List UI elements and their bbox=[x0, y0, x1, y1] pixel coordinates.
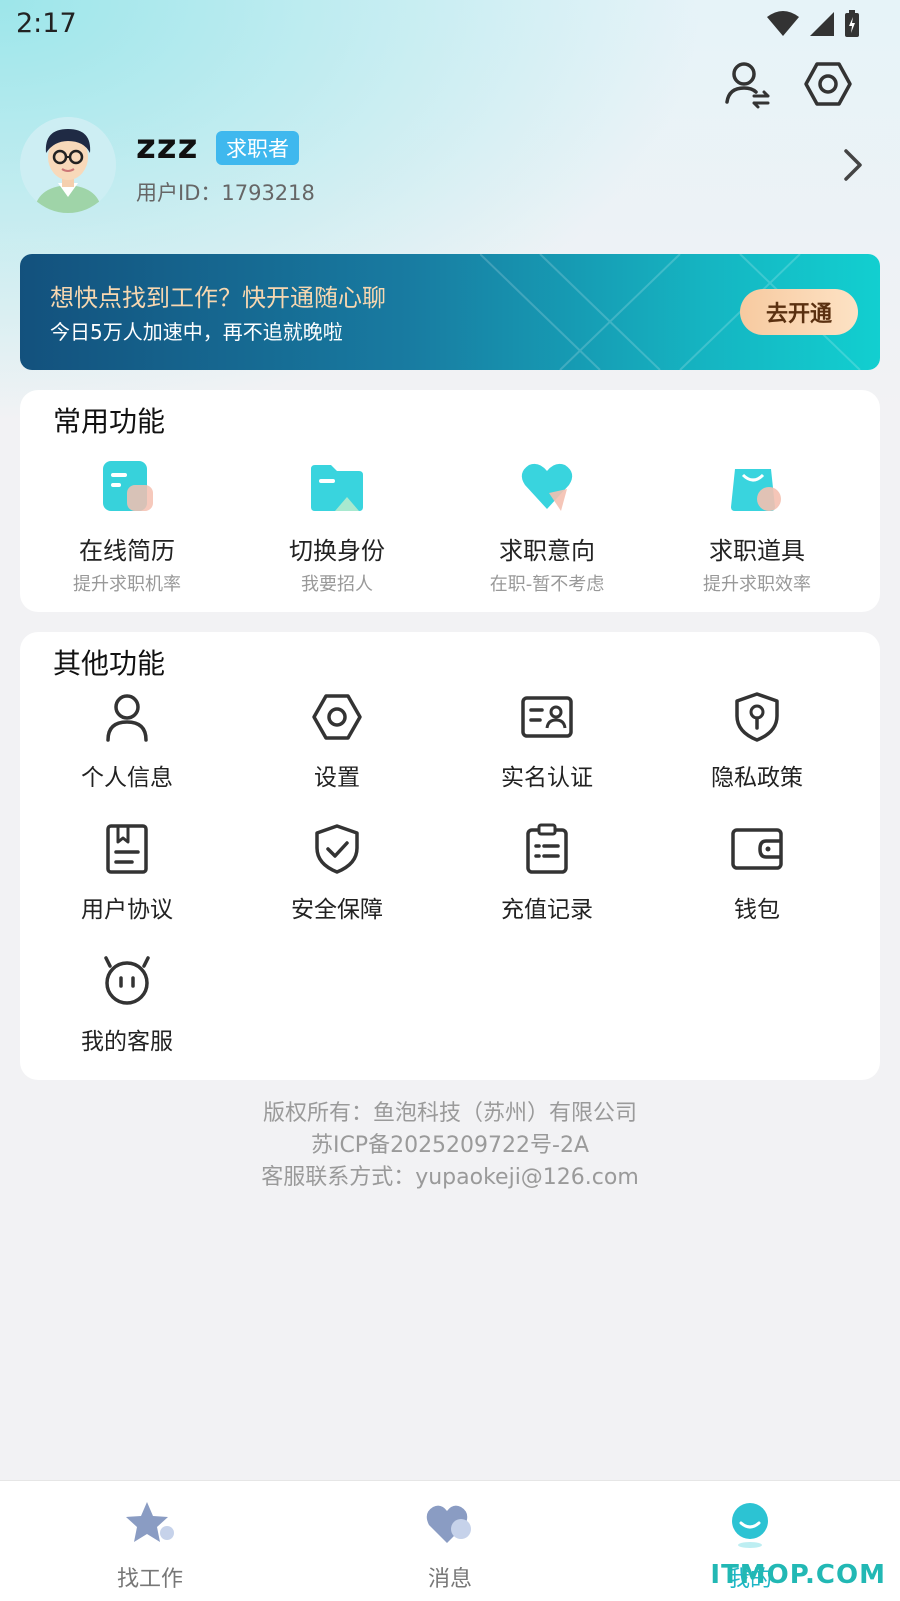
section-title: 其他功能 bbox=[53, 647, 166, 680]
item-label: 求职意向 bbox=[499, 537, 595, 565]
heart-icon bbox=[521, 463, 573, 511]
banner-subtitle: 今日5万人加速中，再不追就晚啦 bbox=[50, 320, 343, 344]
other-functions-card: 其他功能 个人信息 设置 实名认证 隐私政策 用户协议 安全保障 充值记录 钱包… bbox=[20, 632, 880, 1080]
tab-messages[interactable]: 消息 bbox=[300, 1499, 600, 1593]
profile-smile-icon bbox=[732, 1503, 768, 1548]
item-label: 在线简历 bbox=[79, 537, 175, 565]
security-item[interactable]: 安全保障 bbox=[230, 822, 444, 924]
item-label: 安全保障 bbox=[291, 897, 383, 923]
icp-text: 苏ICP备2025209722号-2A bbox=[310, 1133, 590, 1158]
item-sublabel: 提升求职机率 bbox=[73, 574, 181, 595]
recharge-records-item[interactable]: 充值记录 bbox=[440, 822, 654, 924]
switch-identity-item[interactable]: 切换身份 我要招人 bbox=[230, 455, 444, 596]
item-sublabel: 提升求职效率 bbox=[703, 574, 811, 595]
shield-check-icon bbox=[315, 824, 359, 874]
signal-icon bbox=[810, 12, 834, 36]
customer-service-icon bbox=[104, 956, 150, 1005]
clipboard-list-icon bbox=[526, 823, 568, 874]
item-label: 隐私政策 bbox=[711, 765, 803, 791]
user-id: 用户ID：1793218 bbox=[136, 181, 315, 205]
personal-info-item[interactable]: 个人信息 bbox=[20, 690, 234, 792]
status-bar: 2:17 bbox=[0, 0, 900, 48]
user-agreement-item[interactable]: 用户协议 bbox=[20, 822, 234, 924]
user-name: zzz bbox=[136, 127, 199, 167]
tab-find-job[interactable]: 找工作 bbox=[0, 1499, 300, 1593]
hex-settings-icon bbox=[312, 694, 362, 740]
banner-title: 想快点找到工作？快开通随心聊 bbox=[50, 284, 386, 312]
wifi-icon bbox=[767, 11, 799, 36]
common-functions-card: 常用功能 在线简历 提升求职机率 切换身份 我要招人 求职意向 在职-暂不考虑 bbox=[20, 390, 880, 612]
item-label: 求职道具 bbox=[709, 537, 805, 565]
wallet-icon bbox=[731, 828, 783, 870]
real-name-auth-item[interactable]: 实名认证 bbox=[440, 690, 654, 792]
user-icon bbox=[106, 694, 148, 742]
online-resume-item[interactable]: 在线简历 提升求职机率 bbox=[20, 455, 234, 596]
chevron-right-icon[interactable] bbox=[834, 143, 874, 187]
privacy-policy-item[interactable]: 隐私政策 bbox=[650, 690, 864, 792]
item-label: 实名认证 bbox=[501, 765, 593, 791]
shopping-bag-icon bbox=[731, 469, 781, 511]
message-heart-icon bbox=[426, 1505, 471, 1543]
item-label: 充值记录 bbox=[501, 897, 593, 923]
id-card-icon bbox=[521, 696, 573, 738]
role-badge: 求职者 bbox=[216, 131, 299, 165]
battery-icon bbox=[845, 10, 859, 37]
item-sublabel: 在职-暂不考虑 bbox=[489, 574, 605, 595]
footer: 版权所有：鱼泡科技（苏州）有限公司 苏ICP备2025209722号-2A 客服… bbox=[0, 1098, 900, 1194]
open-vip-button[interactable]: 去开通 bbox=[740, 289, 858, 335]
status-time: 2:17 bbox=[16, 8, 77, 39]
watermark: ITMOP.COM bbox=[710, 1560, 886, 1590]
section-title: 常用功能 bbox=[53, 405, 166, 438]
wallet-item[interactable]: 钱包 bbox=[650, 822, 864, 924]
item-label: 用户协议 bbox=[81, 897, 173, 923]
job-tools-item[interactable]: 求职道具 提升求职效率 bbox=[650, 455, 864, 596]
tab-label: 找工作 bbox=[116, 1567, 183, 1592]
item-label: 设置 bbox=[314, 765, 360, 791]
profile-header[interactable]: zzz 求职者 用户ID：1793218 bbox=[20, 117, 880, 213]
hex-settings-icon bbox=[804, 62, 852, 106]
item-label: 个人信息 bbox=[81, 765, 173, 791]
copyright-text: 版权所有：鱼泡科技（苏州）有限公司 bbox=[262, 1101, 637, 1126]
contact-text: 客服联系方式：yupaokeji@126.com bbox=[261, 1165, 639, 1190]
user-switch-icon bbox=[725, 62, 770, 109]
item-sublabel: 我要招人 bbox=[301, 574, 373, 595]
item-label: 切换身份 bbox=[289, 537, 385, 565]
customer-service-item[interactable]: 我的客服 bbox=[20, 954, 234, 1056]
star-icon bbox=[126, 1502, 174, 1542]
item-label: 钱包 bbox=[734, 897, 780, 923]
folder-icon bbox=[311, 465, 363, 511]
job-intention-item[interactable]: 求职意向 在职-暂不考虑 bbox=[440, 455, 654, 596]
privacy-shield-icon bbox=[735, 692, 779, 742]
vip-promo-banner[interactable]: 想快点找到工作？快开通随心聊 今日5万人加速中，再不追就晚啦 去开通 bbox=[20, 254, 880, 370]
settings-item[interactable]: 设置 bbox=[230, 690, 444, 792]
tab-label: 消息 bbox=[427, 1567, 472, 1592]
resume-icon bbox=[103, 461, 153, 511]
avatar[interactable] bbox=[20, 117, 116, 213]
avatar-illustration bbox=[20, 117, 116, 213]
agreement-book-icon bbox=[106, 824, 148, 874]
switch-identity-button[interactable] bbox=[722, 58, 774, 110]
item-label: 我的客服 bbox=[81, 1029, 173, 1055]
settings-button[interactable] bbox=[802, 58, 854, 110]
status-icons bbox=[766, 10, 860, 38]
